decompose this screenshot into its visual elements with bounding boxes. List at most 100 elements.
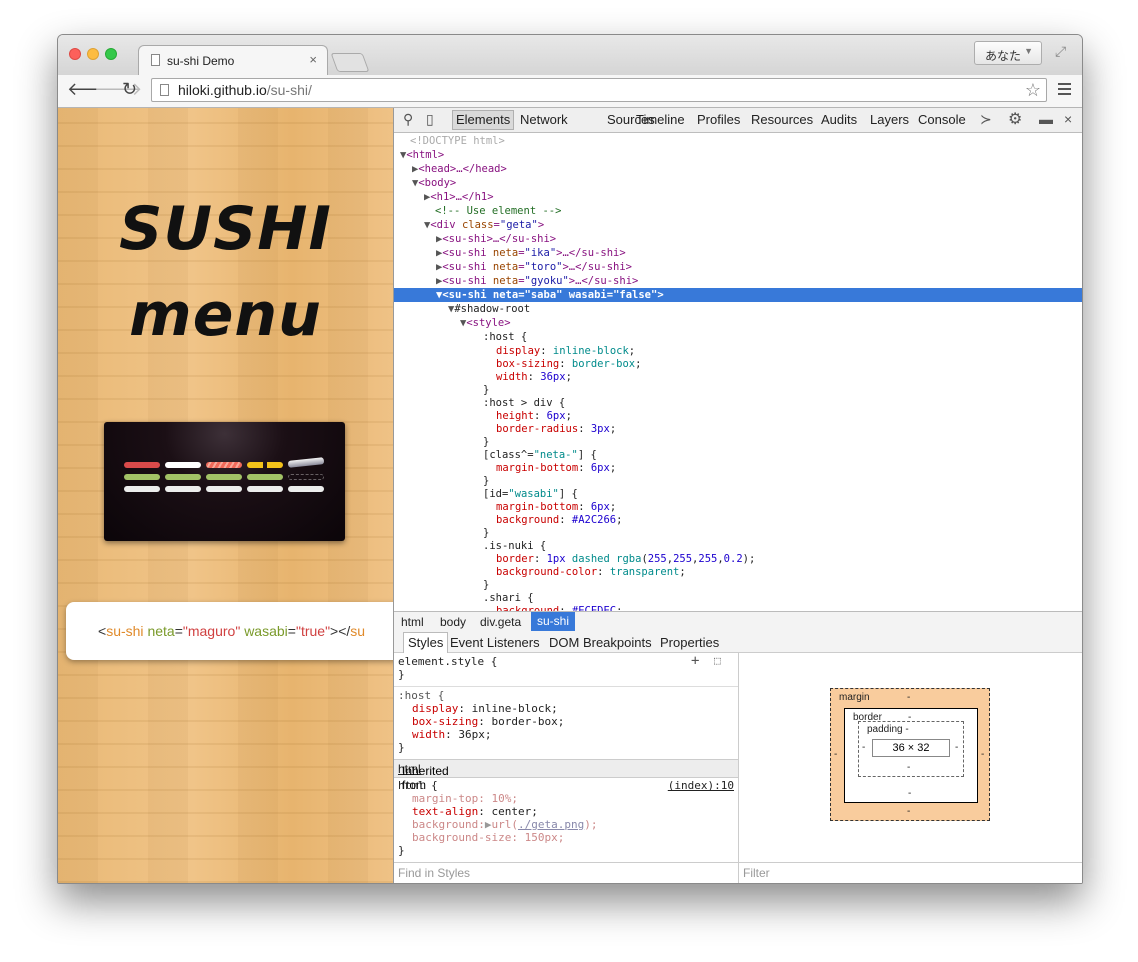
code-attr: wasabi [244,623,288,639]
css-line: width: 36px; [496,371,572,383]
address-bar[interactable]: hiloki.github.io/su-shi/ ☆ [151,78,1047,102]
zoom-window-button[interactable] [105,48,117,60]
border-bottom-value: - [908,788,912,799]
dom-node-html[interactable]: ▼<html> [400,148,444,162]
dom-node-body[interactable]: ▼<body> [412,176,456,190]
tab-dom-breakpoints[interactable]: DOM Breakpoints [549,635,652,650]
page-icon [151,54,160,66]
dom-tree: <!DOCTYPE html> ▼<html> ▶<head>…</head> … [394,133,1082,611]
device-mode-icon[interactable]: ▯ [426,111,434,128]
dom-node-sushi[interactable]: ▶<su-shi>…</su-shi> [436,232,556,246]
style-prop-inactive[interactable]: background:▶url(./geta.png); [412,818,597,831]
url-path: /su-shi/ [266,82,312,98]
tab-event-listeners[interactable]: Event Listeners [450,635,540,650]
box-model-content[interactable]: 36 × 32 [872,739,950,757]
close-window-button[interactable] [69,48,81,60]
dom-comment[interactable]: <!-- Use element --> [435,204,561,218]
tab-properties[interactable]: Properties [660,635,719,650]
html-selector[interactable]: html { [398,779,438,792]
box-model-border[interactable]: border - - padding - - - - 36 × 32 [844,708,978,803]
code-value: "true" [295,623,331,639]
style-prop[interactable]: display: inline-block; [412,702,558,715]
tab-timeline[interactable]: Timeline [636,112,685,127]
shari [124,486,160,492]
filter-input[interactable]: Filter [739,862,1082,883]
element-style-selector[interactable]: element.style { [398,655,497,668]
find-in-styles-input[interactable]: Find in Styles [394,862,738,883]
tag-head: <head>…</head> [418,163,507,175]
browser-tab[interactable]: su-shi Demo × [138,45,328,75]
devtools-panel: ⚲ ▯ Elements Network Sources Timeline Pr… [393,108,1082,883]
sushi-maguro[interactable] [124,462,160,492]
chevron-down-icon: ▼ [1024,46,1033,56]
style-prop-inactive[interactable]: background-size: 150px; [412,831,564,844]
tab-resources[interactable]: Resources [751,112,813,127]
dom-node-sushi-gyoku[interactable]: ▶<su-shi neta="gyoku">…</su-shi> [436,274,638,288]
css-line: border: 1px dashed rgba(255,255,255,0.2)… [496,553,756,565]
host-selector[interactable]: :host { [398,689,444,702]
page-viewport: SUSHI menu <su-shi neta="maguro" wasabi=… [58,108,393,883]
dock-icon[interactable]: ▬ [1039,111,1053,127]
tab-console[interactable]: Console [918,112,966,127]
dom-node-head[interactable]: ▶<head>…</head> [412,162,507,176]
breadcrumb-body[interactable]: body [440,615,466,629]
profile-button[interactable]: あなた ▼ [974,41,1042,65]
dom-node-style[interactable]: ▼<style> [460,316,511,330]
sushi-gyoku[interactable] [247,462,283,492]
minimize-window-button[interactable] [87,48,99,60]
tab-close-icon[interactable]: × [309,52,317,67]
style-prop-inactive[interactable]: margin-top: 10%; [412,792,518,805]
style-prop[interactable]: text-align: center; [412,805,538,818]
style-prop[interactable]: width: 36px; [412,728,491,741]
style-prop[interactable]: box-sizing: border-box; [412,715,564,728]
tab-styles[interactable]: Styles [403,632,449,653]
breadcrumb-sushi[interactable]: su-shi [531,612,576,631]
url-text: hiloki.github.io/su-shi/ [178,82,312,98]
sushi-saba[interactable] [287,457,325,492]
close-icon[interactable]: × [1064,111,1072,127]
dom-node-div-geta[interactable]: ▼<div class="geta"> [424,218,544,232]
fullscreen-icon[interactable]: ⤢ [1055,43,1066,60]
dom-node-sushi-ika[interactable]: ▶<su-shi neta="ika">…</su-shi> [436,246,626,260]
dom-node-sushi-toro[interactable]: ▶<su-shi neta="toro">…</su-shi> [436,260,632,274]
dom-shadow-root[interactable]: ▼#shadow-root [448,302,530,316]
tag-html: <html> [406,149,445,161]
add-rule-icon[interactable]: + [691,653,699,669]
sushi-ika[interactable] [165,462,201,492]
devtools-tabbar: ⚲ ▯ Elements Network Sources Timeline Pr… [394,108,1082,133]
css-line: background-color: transparent; [496,566,686,578]
attr-value: "saba" [524,289,563,301]
attr-value: "false" [613,289,658,301]
bookmark-star-icon[interactable]: ☆ [1025,80,1041,101]
tab-elements[interactable]: Elements [452,110,515,130]
new-tab-button[interactable] [330,53,370,72]
tag-sushi: <su-shi>…</su-shi> [442,233,557,245]
breadcrumb-div-geta[interactable]: div.geta [480,615,521,629]
css-line: } [483,475,490,487]
tab-profiles[interactable]: Profiles [697,112,740,127]
sushi-toro[interactable] [206,462,242,492]
reload-icon[interactable]: ↻ [122,79,137,100]
dom-doctype[interactable]: <!DOCTYPE html> [410,134,505,148]
tab-layers[interactable]: Layers [870,112,909,127]
url-host: hiloki.github.io [178,82,267,98]
drawer-toggle-icon[interactable]: ≻ [980,111,992,128]
breadcrumb-html[interactable]: html [401,615,424,629]
dom-node-h1[interactable]: ▶<h1>…</h1> [424,190,494,204]
gear-icon[interactable]: ⚙ [1008,109,1022,129]
margin-right-value: - [981,749,985,760]
tab-audits[interactable]: Audits [821,112,857,127]
search-icon[interactable]: ⚲ [403,111,413,128]
padding-bottom-value: - [907,762,911,773]
css-line: [id="wasabi"] { [483,488,578,500]
padding-label: padding - [867,724,909,735]
element-state-icon[interactable]: ⬚ [714,654,721,667]
source-link[interactable]: (index):10 [668,779,734,792]
box-model-margin[interactable]: margin - - - - border - - padding - - - … [830,688,990,821]
tag-div: <div [430,219,462,231]
padding-right-value: - [955,742,959,753]
box-model-padding[interactable]: padding - - - - 36 × 32 [858,721,964,777]
tab-network[interactable]: Network [520,112,568,127]
dom-node-sushi-saba-selected[interactable]: ▼<su-shi neta="saba" wasabi="false"> [394,288,1082,302]
hamburger-menu-icon[interactable] [1058,83,1071,98]
